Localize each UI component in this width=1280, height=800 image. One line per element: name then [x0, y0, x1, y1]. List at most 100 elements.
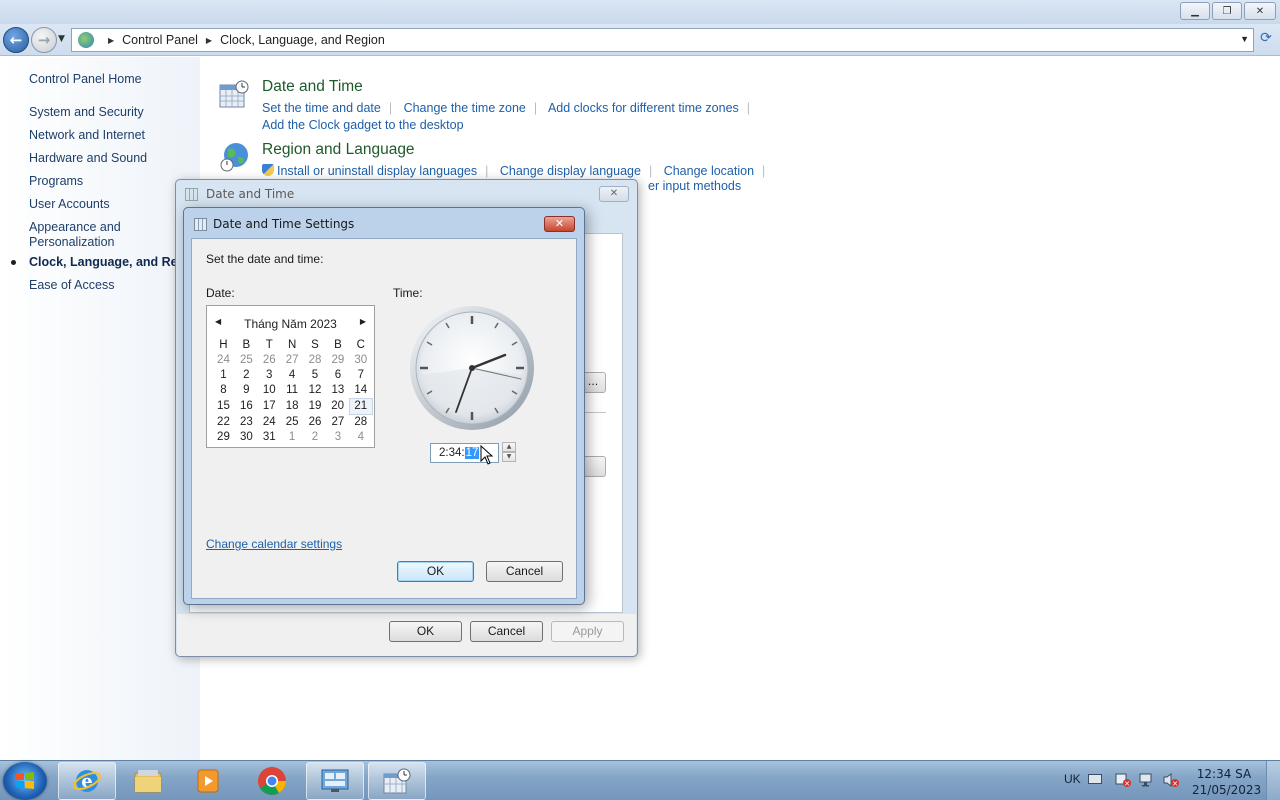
calendar-day[interactable]: 17	[258, 399, 281, 415]
change-calendar-settings-link[interactable]: Change calendar settings	[206, 537, 342, 551]
link-change-location[interactable]: Change location	[664, 164, 754, 178]
calendar-day[interactable]: 2	[304, 430, 327, 445]
calendar-day[interactable]: 22	[212, 415, 235, 431]
taskbar-date-time[interactable]	[368, 762, 426, 800]
calendar-day[interactable]: 18	[281, 399, 304, 415]
calendar-day[interactable]: 26	[258, 353, 281, 368]
nav-system-and-security[interactable]: System and Security	[29, 105, 144, 120]
link-change-time-zone[interactable]: Change the time zone	[404, 101, 526, 115]
taskbar-file-explorer[interactable]	[119, 762, 177, 800]
calendar-day[interactable]: 5	[304, 368, 327, 383]
calendar-day[interactable]: 28	[349, 415, 372, 431]
link-add-clocks[interactable]: Add clocks for different time zones	[548, 101, 739, 115]
nav-programs[interactable]: Programs	[29, 174, 83, 189]
date-and-time-apply-button[interactable]: Apply	[551, 621, 624, 642]
recent-pages-dropdown[interactable]: ▼	[58, 34, 65, 44]
restore-button[interactable]: ❐	[1212, 2, 1242, 20]
breadcrumb-separator-icon[interactable]: ▶	[108, 36, 114, 45]
address-dropdown-icon[interactable]: ▼	[1240, 34, 1249, 44]
calendar-day[interactable]: 25	[235, 353, 258, 368]
calendar-day[interactable]: 28	[304, 353, 327, 368]
date-and-time-dialog-close-button[interactable]: ✕	[599, 186, 629, 202]
address-bar[interactable]: ▶ Control Panel ▶ Clock, Language, and R…	[71, 28, 1254, 52]
calendar-day[interactable]: 4	[281, 368, 304, 383]
calendar-day[interactable]: 16	[235, 399, 258, 415]
calendar-day[interactable]: 25	[281, 415, 304, 431]
calendar-day[interactable]: 8	[212, 383, 235, 399]
calendar-day[interactable]: 19	[304, 399, 327, 415]
date-and-time-ok-button[interactable]: OK	[389, 621, 462, 642]
refresh-button[interactable]: ⟳	[1256, 30, 1276, 50]
calendar-day[interactable]: 31	[258, 430, 281, 445]
language-indicator[interactable]: UK	[1064, 772, 1081, 786]
next-month-icon[interactable]: ▶	[360, 317, 366, 326]
calendar-day[interactable]: 29	[326, 353, 349, 368]
start-button[interactable]	[3, 762, 47, 800]
calendar-day-selected[interactable]: 21	[348, 398, 373, 415]
show-desktop-button[interactable]	[1266, 761, 1280, 800]
calendar-day[interactable]: 3	[326, 430, 349, 445]
keyboard-icon[interactable]	[1088, 774, 1102, 784]
nav-control-panel-home[interactable]: Control Panel Home	[29, 72, 142, 87]
calendar-day[interactable]: 1	[212, 368, 235, 383]
taskbar-chrome[interactable]	[243, 762, 301, 800]
minimize-button[interactable]: ▁	[1180, 2, 1210, 20]
back-button[interactable]: ←	[3, 27, 29, 53]
calendar-day[interactable]: 4	[349, 430, 372, 445]
volume-muted-icon[interactable]: ✕	[1162, 772, 1180, 788]
spin-up-icon[interactable]: ▲	[502, 442, 516, 452]
calendar-day[interactable]: 14	[349, 383, 372, 399]
action-center-icon[interactable]: ✕	[1114, 772, 1132, 788]
calendar-day[interactable]: 29	[212, 430, 235, 445]
calendar-day[interactable]: 2	[235, 368, 258, 383]
nav-network-and-internet[interactable]: Network and Internet	[29, 128, 145, 143]
partial-link-input-methods[interactable]: er input methods	[648, 178, 741, 195]
nav-user-accounts[interactable]: User Accounts	[29, 197, 110, 212]
link-set-time-and-date[interactable]: Set the time and date	[262, 101, 381, 115]
network-icon[interactable]	[1138, 772, 1156, 788]
calendar-day[interactable]: 24	[212, 353, 235, 368]
close-button[interactable]: ✕	[1244, 2, 1276, 20]
date-and-time-heading[interactable]: Date and Time	[262, 78, 758, 96]
calendar-day[interactable]: 9	[235, 383, 258, 399]
taskbar-internet-explorer[interactable]: e	[58, 762, 116, 800]
forward-button[interactable]: →	[31, 27, 57, 53]
link-add-clock-gadget[interactable]: Add the Clock gadget to the desktop	[262, 118, 464, 132]
link-change-display-language[interactable]: Change display language	[500, 164, 641, 178]
calendar-day[interactable]: 30	[235, 430, 258, 445]
calendar-day[interactable]: 30	[349, 353, 372, 368]
calendar-day[interactable]: 13	[326, 383, 349, 399]
settings-close-button[interactable]: ✕	[544, 216, 575, 232]
breadcrumb-separator-icon[interactable]: ▶	[206, 36, 212, 45]
time-hours-minutes[interactable]: 2:34:	[439, 447, 465, 459]
time-spinner[interactable]: ▲ ▼	[502, 442, 516, 463]
calendar-day[interactable]: 20	[326, 399, 349, 415]
calendar-day[interactable]: 24	[258, 415, 281, 431]
breadcrumb-control-panel[interactable]: Control Panel	[122, 33, 198, 47]
settings-cancel-button[interactable]: Cancel	[486, 561, 563, 582]
calendar-day[interactable]: 15	[212, 399, 235, 415]
calendar-day[interactable]: 27	[326, 415, 349, 431]
link-input-methods-partial[interactable]: er input methods	[648, 178, 741, 195]
link-install-languages[interactable]: Install or uninstall display languages	[277, 164, 477, 178]
calendar-day[interactable]: 26	[304, 415, 327, 431]
nav-ease-of-access[interactable]: Ease of Access	[29, 278, 114, 293]
calendar-day[interactable]: 7	[349, 368, 372, 383]
settings-ok-button[interactable]: OK	[397, 561, 474, 582]
region-and-language-heading[interactable]: Region and Language	[262, 141, 773, 159]
calendar-day[interactable]: 27	[281, 353, 304, 368]
date-and-time-cancel-button[interactable]: Cancel	[470, 621, 543, 642]
calendar-month-title[interactable]: Tháng Năm 2023	[207, 317, 374, 331]
breadcrumb-clock-language-region[interactable]: Clock, Language, and Region	[220, 33, 385, 47]
calendar-day[interactable]: 23	[235, 415, 258, 431]
nav-appearance-and-personalization[interactable]: Appearance and Personalization	[29, 220, 139, 250]
spin-down-icon[interactable]: ▼	[502, 452, 516, 462]
calendar-day[interactable]: 1	[281, 430, 304, 445]
calendar-day[interactable]: 3	[258, 368, 281, 383]
calendar-day[interactable]: 6	[326, 368, 349, 383]
calendar-day[interactable]: 12	[304, 383, 327, 399]
calendar-day[interactable]: 10	[258, 383, 281, 399]
taskbar-media-player[interactable]	[179, 762, 237, 800]
calendar-day[interactable]: 11	[281, 383, 304, 399]
taskbar-control-panel[interactable]	[306, 762, 364, 800]
